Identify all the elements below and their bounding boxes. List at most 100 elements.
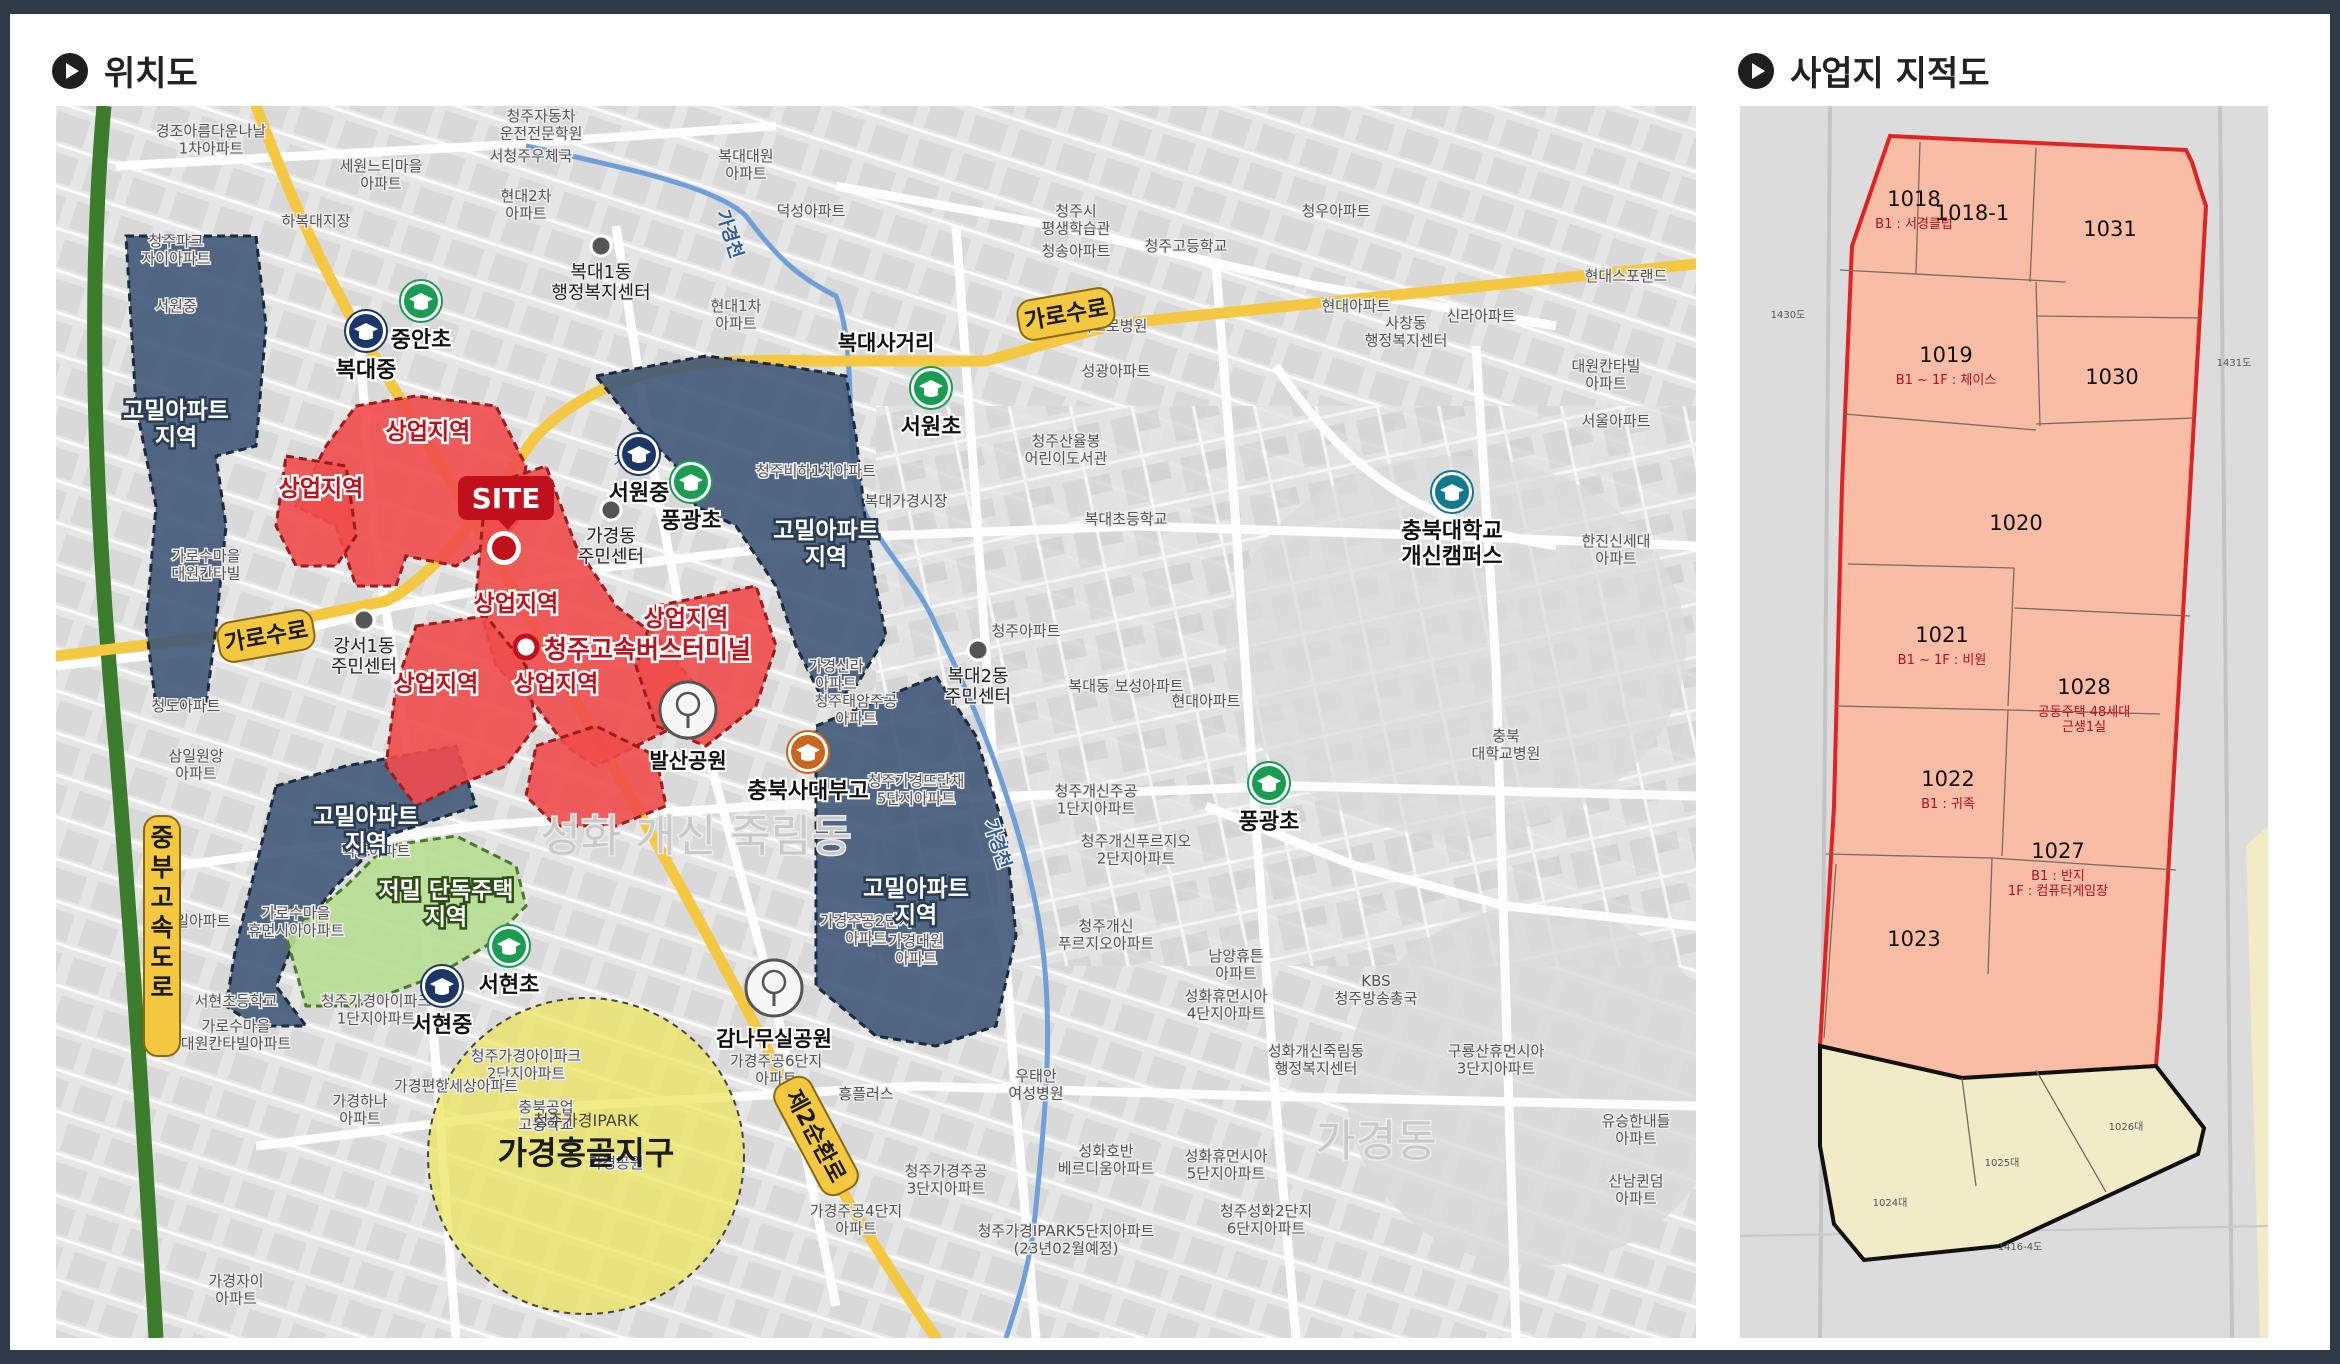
map-background-label: 현대아파트 [1171,692,1240,710]
school-label: 충북대학교 개신캠퍼스 [1401,519,1502,569]
zone-label: 상업지역 [514,671,599,697]
map-background-label: 서원중 [155,297,196,315]
map-background-label: 서울아파트 [1581,412,1650,430]
map-background-label: 청주가경주공 3단지아파트 [905,1162,988,1197]
map-background-label: 성화휴먼시아 5단지아파트 [1185,1147,1268,1182]
map-background-label: 청주자동차 운전전문학원 [500,107,583,142]
community-center-label: 강서1동 주민센터 [331,636,397,678]
zone-label: 상업지역 [279,476,364,502]
parcel-label[interactable]: 1023 [1887,927,1940,951]
map-background-label: 현대2차 아파트 [501,187,552,222]
cadastral-map[interactable]: 1018 B1 : 서경클럽 1018-1 1031 1019 B1 ~ 1F : 체이스… [1740,106,2268,1338]
map-background-label: 삼일원앙 아파트 [168,747,223,782]
map-background-label: 청주아파트 [991,622,1060,640]
cadastral-header: 사업지 지적도 [1738,46,1990,95]
other-parcel-label: 1026대 [2109,1121,2144,1133]
map-background-label: 복대동 보성아파트 [1068,677,1183,695]
map-background-label: 산남퀸덤 아파트 [1608,1172,1663,1207]
zone-label: 상업지역 [644,606,729,632]
parcel-number: 1021 [1915,623,1968,647]
map-background-label: 청주개신푸르지오 2단지아파트 [1081,832,1192,867]
map-background-label: 가로수마을 휴먼시아아파트 [248,904,345,939]
map-background-label: 성광아파트 [1081,362,1150,380]
district-label: 가경홍골지구 [498,1134,675,1172]
school-label: 서원초 [901,415,962,440]
parcel-label[interactable]: 1030 [2085,365,2138,389]
edge-parcel-label: 1416-4도 [1998,1242,2043,1253]
cadastral-title: 사업지 지적도 [1790,54,1990,94]
parcel-label[interactable]: 1031 [2083,217,2136,241]
location-header: 위치도 [52,46,198,95]
parcel-label[interactable]: 1018-1 [1935,201,2009,225]
map-background-label: 서청주우체국 [490,147,573,165]
parcel-number: 1030 [2085,365,2138,389]
map-background-label: 현대아파트 [1321,297,1390,315]
map-background-label: 가경자이 아파트 [208,1272,263,1307]
district-sub-label: 청주가경IPARK [534,1111,639,1130]
map-background-label: 청주가경뜨란채 5단지아파트 [868,772,965,807]
map-background-label: 청주성화2단지 6단지아파트 [1220,1202,1312,1237]
map-background-label: 복대초등학교 [1085,510,1168,528]
map-background-label: 덕성아파트 [776,202,845,220]
map-background-label: 하복대지장 [281,212,350,230]
map-background-label: 가경대원 아파트 [888,932,943,967]
zone-label: 상업지역 [474,591,559,617]
parcel-note: B1 ~ 1F : 체이스 [1896,373,1997,388]
parcel-number: 1020 [1989,511,2042,535]
parcel-number: 1019 [1919,343,1972,367]
school-label: 복대중 [336,358,397,383]
map-background-label: 성화개신죽림동 행정복지센터 [1268,1042,1365,1077]
school-label: 풍광초 [661,509,722,534]
site-boundary [1817,133,2209,1081]
bus-terminal-marker[interactable]: 청주고속버스터미널 [512,633,754,667]
intersection-label: 복대사거리 [838,331,935,355]
map-background-label: 현대스포랜드 [1585,267,1668,285]
map-background-label: 성화 개신 죽림동 [540,811,851,862]
map-background-label: 청도아파트 [151,697,220,715]
location-title: 위치도 [104,54,198,94]
map-background-label: 남양휴튼 아파트 [1208,947,1263,982]
school-label: 풍광초 [1239,810,1300,835]
road-name: 중부고속도로 [150,823,173,1002]
edge-parcel-label: 1431도 [2217,358,2252,369]
community-center-label: 가경동 주민센터 [578,526,644,568]
map-background-label: 가로수마을 대원칸타빌 [171,547,240,582]
parcel-number: 1028 [2057,675,2110,699]
other-parcel-label: 1025대 [1985,1157,2020,1169]
bus-terminal-label: 청주고속버스터미널 [544,635,751,664]
location-map[interactable]: 청주자동차 운전전문학원 경조아름다운나날 1차아파트 세원느티마을 아파트 서청주우체국 복… [56,106,1696,1338]
map-background-label: 청송아파트 [1041,242,1110,260]
edge-parcel-label: 1430도 [1771,310,1806,321]
map-background-label: 청주비하1차아파트 [756,462,876,480]
park-label: 발산공원 [649,749,726,773]
zone-label: 상업지역 [394,671,479,697]
parcel-label[interactable]: 1022 B1 : 귀족 [1921,767,1975,812]
map-background-label: 청주고등학교 [1145,237,1228,255]
map-background-label: 성화휴먼시아 4단지아파트 [1185,987,1268,1022]
parcel-note: B1 : 귀족 [1921,797,1975,812]
play-icon [52,52,88,89]
school-label: 서현초 [479,973,540,998]
map-background-label: 복대가경시장 [865,492,948,510]
parcel-layer [1817,133,2209,1263]
map-background-label: 흥플러스 [838,1085,893,1103]
community-center-label: 복대2동 주민센터 [945,666,1011,708]
parcel-number: 1022 [1921,767,1974,791]
map-background-label: 청주산율봉 어린이도서관 [1025,432,1108,467]
school-label: 서현중 [412,1013,473,1038]
other-parcel-label: 1024대 [1873,1197,1908,1209]
map-background-label: 가경동 [1315,1116,1436,1167]
park-label: 감나무실공원 [716,1027,832,1051]
parcel-note: B1 ~ 1F : 비원 [1898,653,1987,668]
map-background-label: 서현초등학교 [195,992,278,1010]
map-background-label: 청우아파트 [1301,202,1370,220]
parcel-number: 1027 [2031,839,2084,863]
zone-label: 상업지역 [386,419,471,445]
map-background-label: 현대1차 아파트 [711,297,762,332]
zone-area [274,454,358,568]
site-point [492,536,516,560]
parcel-label[interactable]: 1020 [1989,511,2042,535]
school-label: 중안초 [391,328,452,353]
parcel-number: 1018-1 [1935,201,2009,225]
map-background-label: 가경신라 아파트 [808,657,863,692]
